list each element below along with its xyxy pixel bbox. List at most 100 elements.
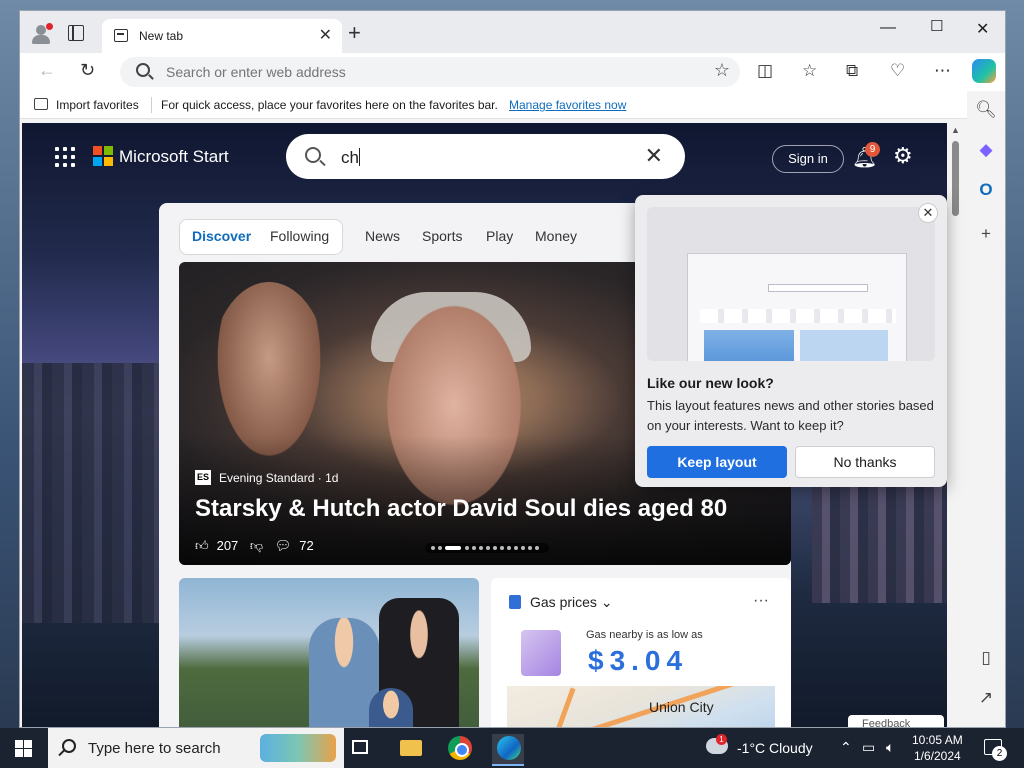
close-tab-icon[interactable]: ✕ <box>319 25 332 45</box>
taskbar-search-text[interactable]: Type here to search <box>88 740 221 757</box>
brand-title[interactable]: Microsoft Start <box>119 147 229 167</box>
feedback-button[interactable]: Feedback <box>848 715 944 727</box>
chevron-down-icon: ⌄ <box>600 594 613 610</box>
clear-search-icon[interactable]: ✕ <box>645 143 663 169</box>
notification-badge: 9 <box>865 142 880 157</box>
microsoft-logo-icon <box>93 146 113 166</box>
settings-gear-icon[interactable]: ⚙ <box>893 143 913 169</box>
like-icon[interactable]: 👍︎ <box>195 538 209 553</box>
task-view-icon[interactable] <box>352 740 368 754</box>
favorite-star-icon[interactable]: ☆ <box>714 60 730 81</box>
start-search-box[interactable]: ch ✕ <box>286 134 685 179</box>
article-card-image[interactable] <box>179 578 479 727</box>
browser-window: New tab ✕ + — ☐ ✕ ← ↻ ☆ ◫ ☆ ⧉ ♡ ⋯ Import… <box>19 10 1006 728</box>
search-query[interactable]: ch <box>341 148 360 168</box>
system-clock[interactable]: 10:05 AM 1/6/2024 <box>912 732 963 764</box>
new-tab-button[interactable]: + <box>348 22 361 44</box>
close-window-icon[interactable]: ✕ <box>976 19 989 39</box>
favorites-icon[interactable]: ☆ <box>802 61 817 81</box>
new-tab-favicon-icon <box>114 29 128 42</box>
favorites-divider <box>151 97 152 113</box>
sidebar-open-external-icon[interactable]: ↗ <box>975 687 997 709</box>
gas-map[interactable]: Union City <box>507 686 775 727</box>
preview-search-bar <box>768 284 868 292</box>
import-favorites-icon <box>34 98 48 110</box>
gas-more-button[interactable]: ··· <box>753 592 769 610</box>
page-scrollbar[interactable]: ▲ <box>947 123 965 727</box>
gas-card-title[interactable]: Gas prices ⌄ <box>530 594 613 611</box>
background-city-left <box>22 363 162 623</box>
tab-play[interactable]: Play <box>486 228 513 244</box>
preview-page <box>687 253 907 361</box>
favorites-hint: For quick access, place your favorites h… <box>161 98 498 112</box>
popup-body: This layout features news and other stor… <box>647 398 934 433</box>
keep-layout-button[interactable]: Keep layout <box>647 446 787 478</box>
tab-sports[interactable]: Sports <box>422 228 462 244</box>
minimize-icon[interactable]: — <box>880 19 896 37</box>
manage-favorites-link[interactable]: Manage favorites now <box>509 98 626 112</box>
preview-text-block <box>800 330 888 361</box>
gas-pump-icon <box>509 595 521 609</box>
copilot-icon[interactable] <box>972 59 996 83</box>
sign-in-button[interactable]: Sign in <box>772 145 844 173</box>
article-source[interactable]: Evening Standard · 1d <box>219 471 338 485</box>
preview-tiles <box>700 309 896 323</box>
import-favorites-button[interactable]: Import favorites <box>56 98 139 112</box>
gas-prices-card[interactable]: Gas prices ⌄ ··· Gas nearby is as low as… <box>491 578 791 727</box>
map-road <box>543 687 576 727</box>
edge-icon[interactable] <box>497 736 521 760</box>
sidebar-copilot-icon[interactable]: ◆ <box>975 139 997 161</box>
no-thanks-button[interactable]: No thanks <box>795 446 935 478</box>
maximize-icon[interactable]: ☐ <box>930 17 943 35</box>
tab-money[interactable]: Money <box>535 228 577 244</box>
volume-muted-icon[interactable]: 🔈︎ <box>886 739 894 756</box>
address-bar[interactable]: ☆ <box>120 57 740 87</box>
sidebar-add-icon[interactable]: + <box>975 223 997 245</box>
card-image-child <box>369 688 413 727</box>
apps-waffle-icon[interactable] <box>55 147 75 167</box>
sidebar-search-icon[interactable]: 🔍︎ <box>975 99 997 121</box>
clock-date: 1/6/2024 <box>913 749 961 763</box>
gas-price-value: $3.04 <box>588 645 689 676</box>
tab-news[interactable]: News <box>365 228 400 244</box>
address-input[interactable] <box>166 62 666 82</box>
collections-icon[interactable]: ⧉ <box>846 61 858 81</box>
weather-badge: 1 <box>716 734 727 745</box>
refresh-icon[interactable]: ↻ <box>80 60 95 81</box>
browser-essentials-icon[interactable]: ♡ <box>890 61 905 81</box>
windows-start-icon[interactable] <box>15 740 32 757</box>
tab-new-tab[interactable]: New tab ✕ <box>102 19 342 53</box>
sidebar-outlook-icon[interactable]: O <box>975 179 997 201</box>
title-bar: New tab ✕ + — ☐ ✕ <box>20 11 1005 53</box>
back-icon[interactable]: ← <box>38 60 56 81</box>
article-headline[interactable]: Starsky & Hutch actor David Soul dies ag… <box>195 495 727 523</box>
file-explorer-icon[interactable] <box>400 740 422 756</box>
source-logo-icon: ES <box>195 470 211 485</box>
edge-sidebar: 🔍︎ ◆ O + ▯ ↗ <box>967 91 1005 727</box>
split-screen-icon[interactable]: ◫ <box>757 61 773 81</box>
scroll-up-icon[interactable]: ▲ <box>951 125 960 135</box>
weather-text[interactable]: -1°C Cloudy <box>737 740 813 756</box>
network-icon[interactable]: ▭ <box>862 739 875 756</box>
map-road <box>513 686 775 727</box>
chrome-icon[interactable] <box>448 736 472 760</box>
profile-icon[interactable] <box>30 23 53 45</box>
taskbar: Type here to search 1 -1°C Cloudy ⌃ ▭ 🔈︎… <box>0 728 1024 768</box>
scrollbar-thumb[interactable] <box>952 141 959 216</box>
tray-chevron-up-icon[interactable]: ⌃ <box>840 739 852 756</box>
new-layout-popup: ✕ Like our new look? This layout feature… <box>635 195 947 487</box>
comment-icon[interactable]: 💬︎ <box>275 538 292 553</box>
preview-image-block <box>704 330 794 361</box>
taskbar-search-box[interactable]: Type here to search <box>48 728 344 768</box>
tab-following[interactable]: Following <box>270 228 329 244</box>
gas-pump-illustration-icon <box>521 630 561 676</box>
search-highlight-art[interactable] <box>260 734 336 762</box>
popup-close-icon[interactable]: ✕ <box>918 203 938 223</box>
more-menu-icon[interactable]: ⋯ <box>934 61 951 81</box>
profile-alert-dot <box>46 23 53 30</box>
dislike-icon[interactable]: 👎︎ <box>250 538 263 553</box>
carousel-indicator[interactable] <box>425 543 549 553</box>
tab-actions-icon[interactable] <box>68 25 84 41</box>
tab-discover[interactable]: Discover <box>192 228 251 244</box>
sidebar-hide-icon[interactable]: ▯ <box>975 647 997 669</box>
